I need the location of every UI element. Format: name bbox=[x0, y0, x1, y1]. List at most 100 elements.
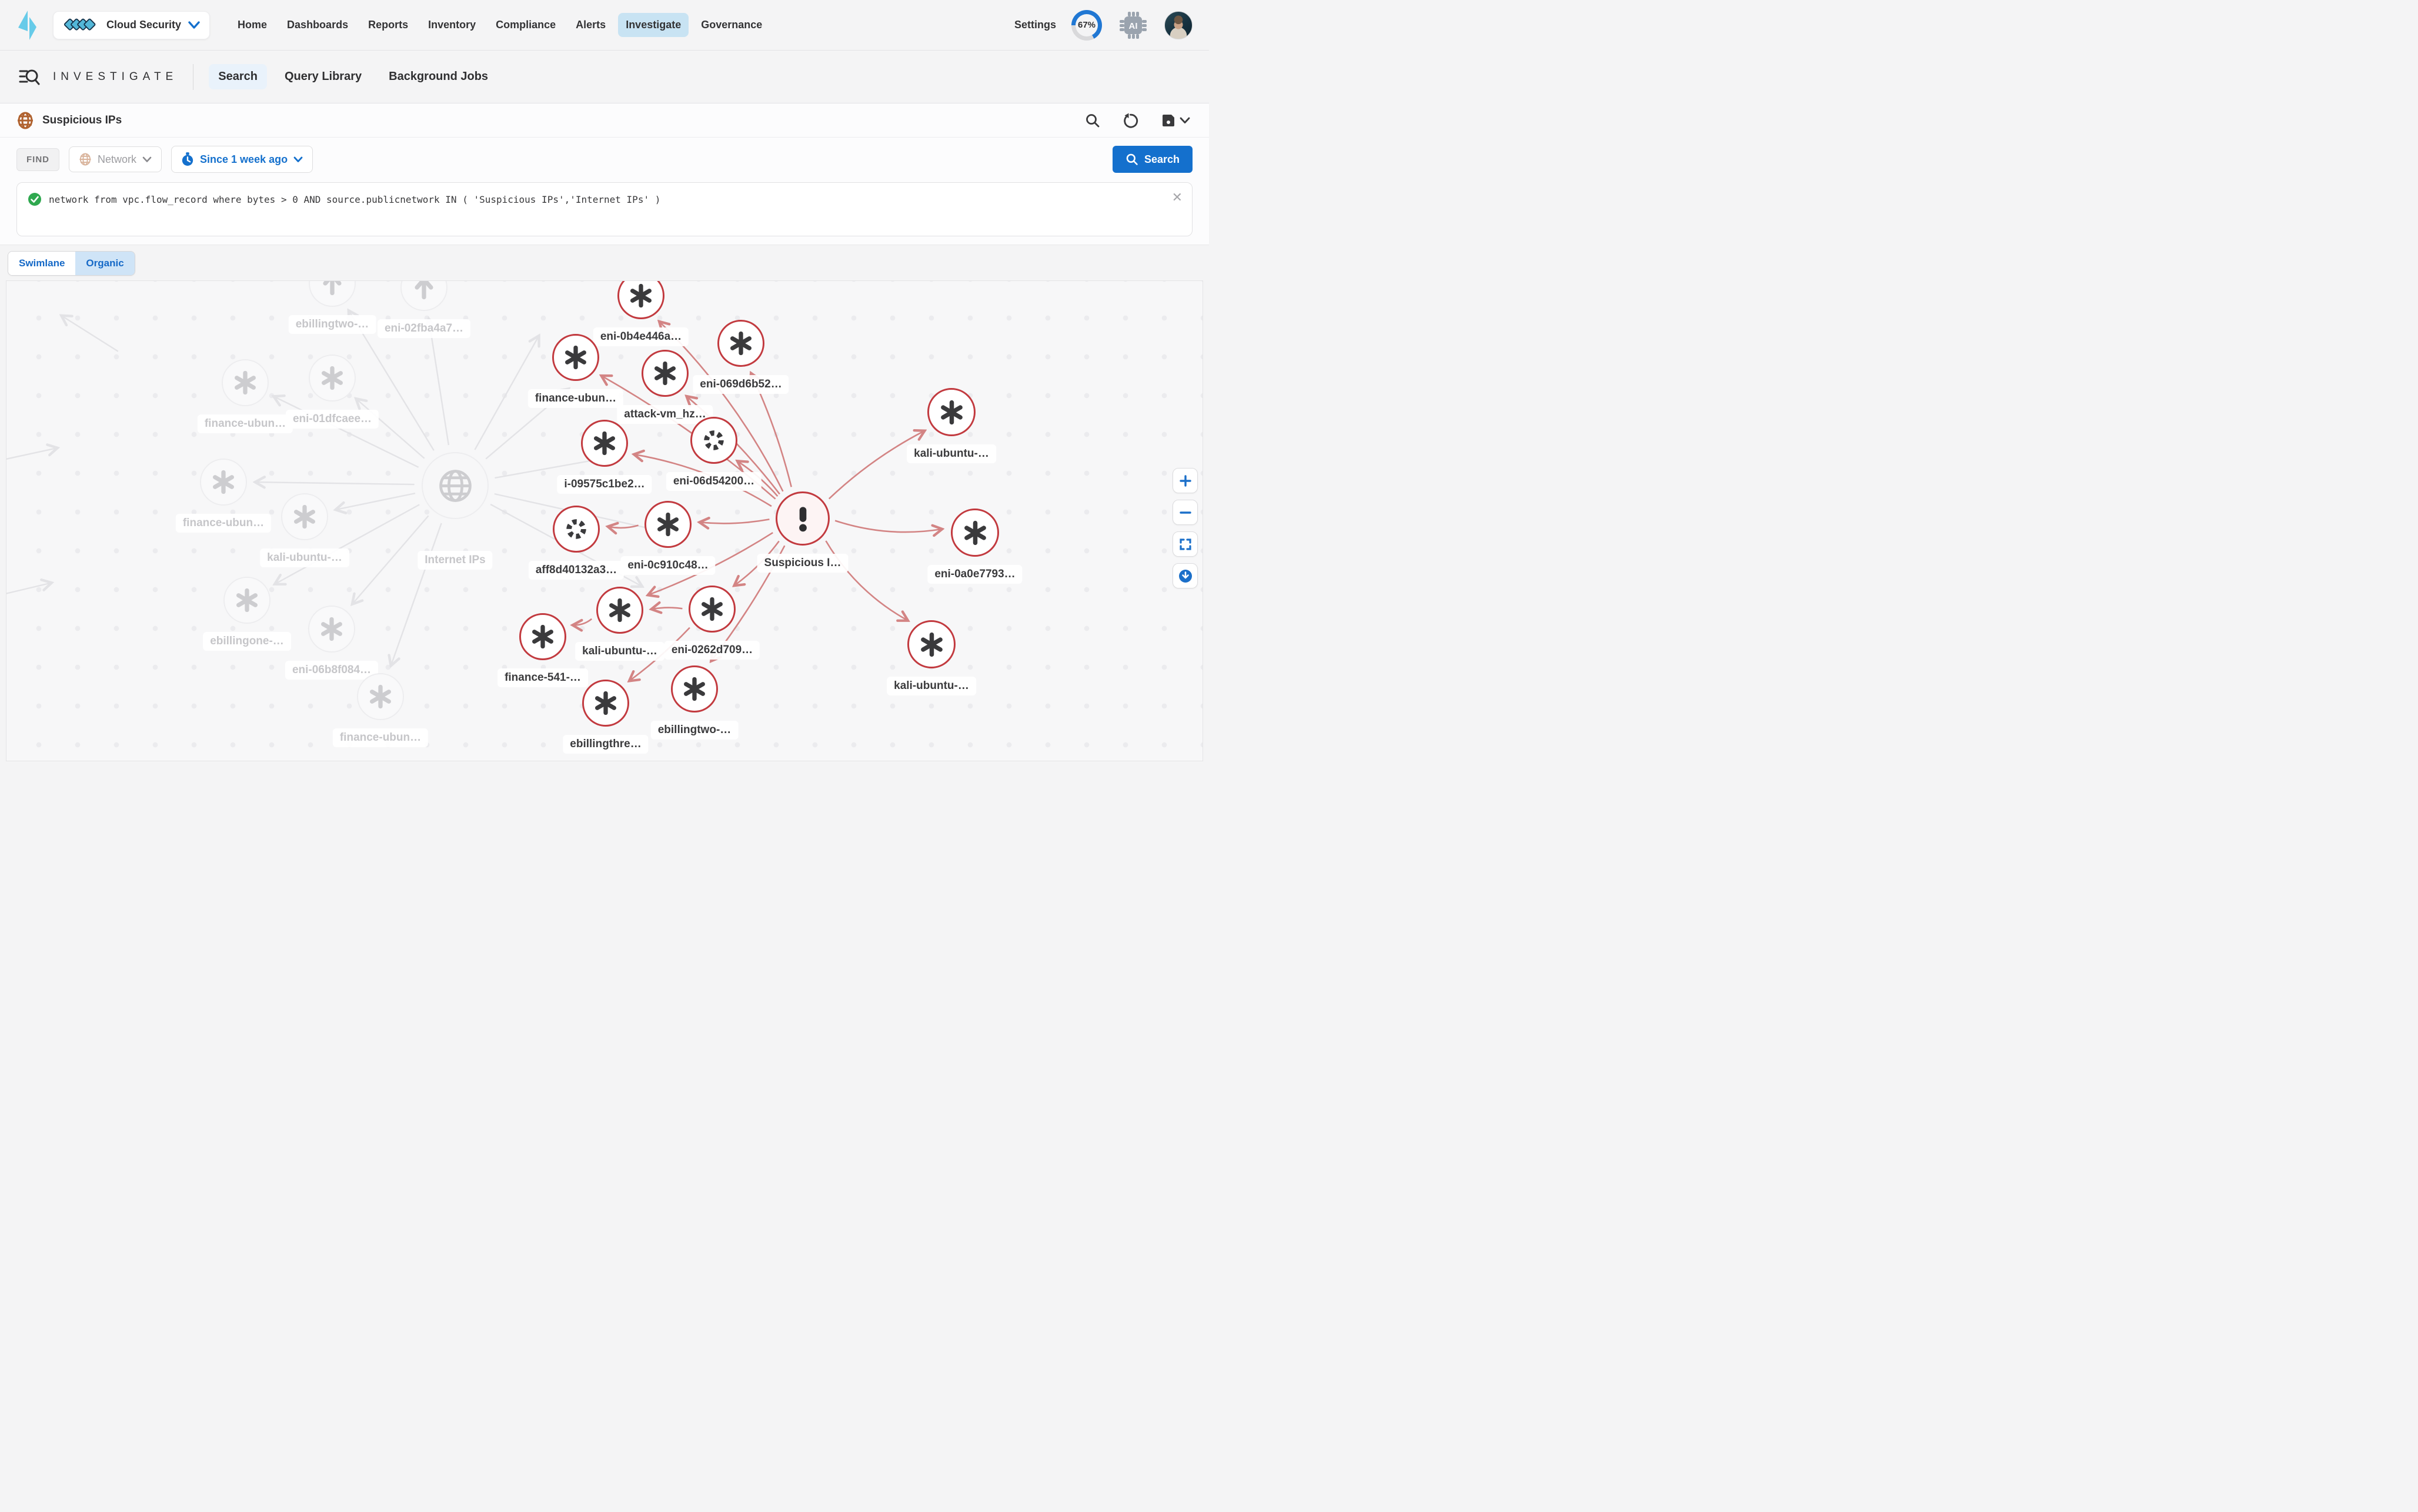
nav-item-home[interactable]: Home bbox=[230, 13, 275, 37]
fullscreen-icon[interactable] bbox=[1173, 531, 1198, 557]
asterisk-icon bbox=[682, 676, 707, 702]
graph-node-a8[interactable] bbox=[776, 491, 830, 546]
node-label-a11[interactable]: eni-0a0e7793… bbox=[927, 565, 1022, 584]
globe-icon bbox=[79, 153, 92, 166]
asterisk-icon bbox=[607, 597, 633, 623]
node-label-a2[interactable]: finance-ubun… bbox=[528, 389, 623, 408]
nav-item-alerts[interactable]: Alerts bbox=[568, 13, 613, 37]
zoom-out-icon[interactable] bbox=[1173, 500, 1198, 525]
graph-node-f10[interactable] bbox=[357, 673, 404, 720]
globe-icon bbox=[437, 467, 474, 504]
tab-background-jobs[interactable]: Background Jobs bbox=[379, 64, 497, 89]
graph-node-f7[interactable] bbox=[422, 452, 489, 519]
view-toggle-row: SwimlaneOrganic bbox=[0, 245, 1209, 280]
zoom-in-icon[interactable] bbox=[1173, 468, 1198, 493]
view-swimlane[interactable]: Swimlane bbox=[8, 252, 75, 275]
nav-item-governance[interactable]: Governance bbox=[693, 13, 770, 37]
nav-item-inventory[interactable]: Inventory bbox=[420, 13, 483, 37]
node-label-a16[interactable]: ebillingtwo-… bbox=[651, 721, 739, 740]
graph-node-a17[interactable] bbox=[582, 680, 629, 727]
query-text[interactable]: network from vpc.flow_record where bytes… bbox=[49, 192, 660, 207]
query-title-row: Suspicious IPs bbox=[0, 103, 1209, 138]
graph-node-f8[interactable] bbox=[223, 577, 270, 624]
asterisk-icon bbox=[592, 430, 617, 456]
chevron-down-icon bbox=[188, 21, 200, 29]
nav-item-reports[interactable]: Reports bbox=[360, 13, 416, 37]
settings-link[interactable]: Settings bbox=[1014, 19, 1056, 31]
asterisk-icon bbox=[655, 511, 681, 537]
node-label-a9[interactable]: aff8d40132a3… bbox=[529, 561, 624, 580]
node-label-f1[interactable]: ebillingtwo-… bbox=[289, 315, 376, 334]
tab-query-library[interactable]: Query Library bbox=[275, 64, 371, 89]
node-label-a17[interactable]: ebillingthre… bbox=[563, 735, 648, 754]
graph-node-a2[interactable] bbox=[552, 334, 599, 381]
graph-node-a4[interactable] bbox=[717, 320, 764, 367]
asterisk-icon bbox=[292, 504, 318, 530]
node-label-f10[interactable]: finance-ubun… bbox=[333, 728, 428, 747]
graph-node-a9[interactable] bbox=[553, 506, 600, 553]
node-label-f6[interactable]: kali-ubuntu-… bbox=[260, 548, 349, 567]
graph-node-a16[interactable] bbox=[671, 665, 718, 712]
query-editor[interactable]: network from vpc.flow_record where bytes… bbox=[16, 182, 1193, 236]
node-label-a10[interactable]: eni-0c910c48… bbox=[620, 556, 715, 575]
graph-node-f9[interactable] bbox=[308, 606, 355, 653]
graph-node-a14[interactable] bbox=[519, 613, 566, 660]
graph-node-a6[interactable] bbox=[581, 420, 628, 467]
entity-dropdown[interactable]: Network bbox=[69, 146, 162, 172]
product-switcher[interactable]: Cloud Security bbox=[53, 11, 210, 39]
find-row: FIND Network Since 1 week ago bbox=[0, 138, 1209, 176]
node-label-a4[interactable]: eni-069d6b52… bbox=[693, 375, 789, 394]
graph-node-a11[interactable] bbox=[951, 509, 999, 557]
avatar[interactable] bbox=[1164, 11, 1193, 39]
node-label-f8[interactable]: ebillingone-… bbox=[203, 632, 291, 651]
node-label-a3[interactable]: attack-vm_hz… bbox=[617, 405, 713, 424]
node-label-a12[interactable]: kali-ubuntu-… bbox=[575, 642, 664, 661]
node-label-f7[interactable]: Internet IPs bbox=[418, 551, 492, 570]
search-button[interactable]: Search bbox=[1113, 146, 1193, 173]
graph-node-a13[interactable] bbox=[689, 586, 736, 633]
asterisk-icon bbox=[232, 370, 258, 396]
section-title: INVESTIGATE bbox=[53, 71, 178, 83]
graph-node-a12[interactable] bbox=[596, 587, 643, 634]
save-icon[interactable] bbox=[1158, 111, 1193, 131]
download-icon[interactable] bbox=[1173, 563, 1198, 588]
graph-panel[interactable]: eni-0b4e446a…finance-ubun…attack-vm_hz…e… bbox=[6, 280, 1203, 761]
node-label-a7[interactable]: kali-ubuntu-… bbox=[907, 444, 996, 463]
progress-ring[interactable]: 67% bbox=[1071, 10, 1102, 41]
ai-chip-icon[interactable]: AI bbox=[1117, 9, 1149, 41]
node-label-a14[interactable]: finance-541-… bbox=[497, 668, 588, 687]
node-label-a15[interactable]: kali-ubuntu-… bbox=[887, 677, 976, 695]
graph-node-a7[interactable] bbox=[927, 388, 976, 436]
tab-search[interactable]: Search bbox=[209, 64, 267, 89]
node-label-a1[interactable]: eni-0b4e446a… bbox=[593, 327, 689, 346]
graph-node-f6[interactable] bbox=[281, 493, 328, 540]
graph-node-f3[interactable] bbox=[222, 359, 269, 406]
graph-node-a10[interactable] bbox=[644, 501, 692, 548]
graph-node-a3[interactable] bbox=[642, 350, 689, 397]
node-label-a5[interactable]: eni-06d54200… bbox=[666, 472, 762, 491]
node-label-f4[interactable]: eni-01dfcaee… bbox=[286, 410, 379, 429]
graph-node-a5[interactable] bbox=[690, 417, 737, 464]
entity-label: Network bbox=[98, 153, 136, 166]
node-label-f9[interactable]: eni-06b8f084… bbox=[285, 661, 378, 680]
node-label-f5[interactable]: finance-ubun… bbox=[176, 514, 271, 533]
nav-item-dashboards[interactable]: Dashboards bbox=[279, 13, 356, 37]
node-label-a13[interactable]: eni-0262d709… bbox=[664, 641, 760, 660]
node-label-f2[interactable]: eni-02fba4a7… bbox=[378, 319, 470, 338]
chevron-down-icon bbox=[1180, 117, 1190, 124]
graph-node-f4[interactable] bbox=[309, 354, 356, 402]
search-icon[interactable] bbox=[1083, 111, 1103, 131]
chevron-down-icon bbox=[142, 156, 152, 163]
time-range-dropdown[interactable]: Since 1 week ago bbox=[171, 146, 313, 173]
nav-item-compliance[interactable]: Compliance bbox=[488, 13, 563, 37]
node-label-a6[interactable]: i-09575c1be2… bbox=[557, 475, 652, 494]
view-organic[interactable]: Organic bbox=[75, 252, 134, 275]
node-label-f3[interactable]: finance-ubun… bbox=[198, 414, 293, 433]
node-label-a8[interactable]: Suspicious I… bbox=[757, 554, 849, 573]
graph-node-a15[interactable] bbox=[907, 620, 956, 668]
nav-item-investigate[interactable]: Investigate bbox=[618, 13, 689, 37]
arrow-up-icon bbox=[411, 280, 437, 300]
close-icon[interactable]: ✕ bbox=[1172, 190, 1183, 205]
undo-icon[interactable] bbox=[1120, 111, 1141, 131]
graph-node-f5[interactable] bbox=[200, 459, 247, 506]
